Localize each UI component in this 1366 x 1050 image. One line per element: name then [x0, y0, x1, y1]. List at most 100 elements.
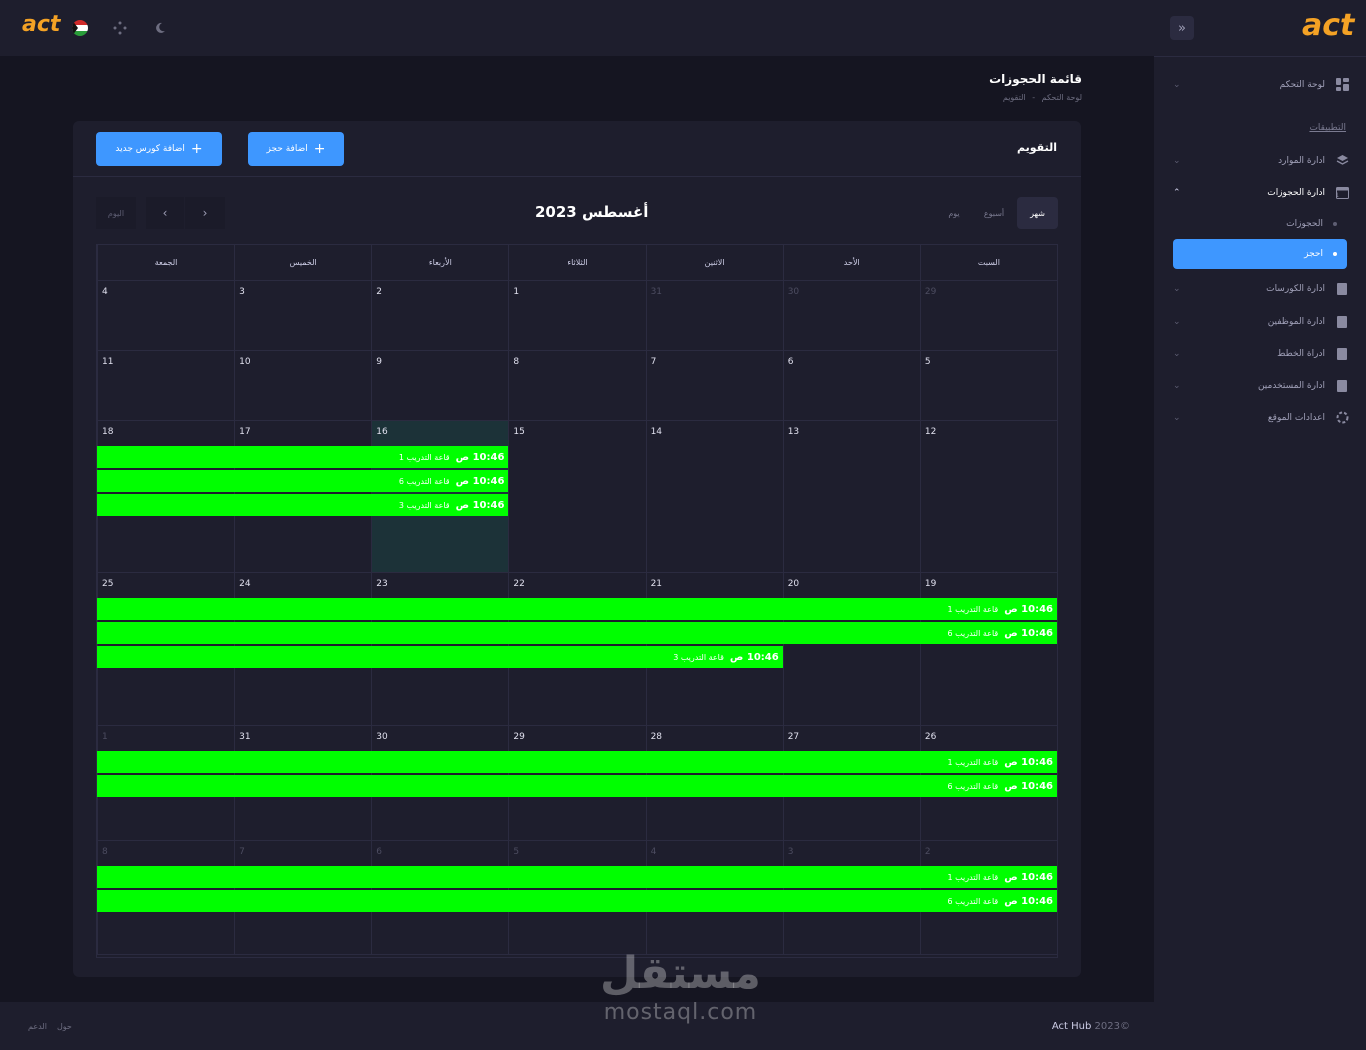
day-cell[interactable]: 2 — [371, 281, 509, 351]
calendar-event[interactable]: 10:46 ص قاعة التدريب 3 — [97, 646, 783, 668]
watermark-latin: mostaql.com — [603, 1000, 758, 1025]
calendar-event[interactable]: 10:46 ص قاعة التدريب 1 — [97, 866, 1057, 888]
view-day-button[interactable]: يوم — [935, 197, 973, 229]
sidebar-item-label: اعدادات الموقع — [1267, 413, 1325, 423]
watermark: مستقل mostaql.com — [600, 948, 761, 1025]
sidebar-item-employees[interactable]: ادارة الموظفين ⌄ — [1173, 309, 1349, 335]
chevron-down-icon: ⌄ — [1173, 413, 1181, 423]
calendar-event[interactable]: 10:46 ص قاعة التدريب 1 — [97, 446, 509, 468]
day-cell[interactable]: 19 — [919, 573, 1057, 726]
day-number: 29 — [513, 732, 525, 742]
day-cell[interactable]: 4 — [97, 281, 235, 351]
calendar-event[interactable]: 10:46 ص قاعة التدريب 6 — [97, 622, 1057, 644]
day-cell[interactable]: 10 — [234, 351, 372, 421]
breadcrumb-item[interactable]: لوحة التحكم — [1042, 93, 1082, 102]
weekday-header: الجمعة — [97, 245, 235, 281]
calendar-event[interactable]: 10:46 ص قاعة التدريب 6 — [97, 775, 1057, 797]
sidebar-item-users[interactable]: ادارة المستخدمين ⌄ — [1173, 373, 1349, 399]
bullet-icon — [1333, 222, 1337, 226]
day-cell[interactable]: 6 — [782, 351, 920, 421]
calendar-event[interactable]: 10:46 ص قاعة التدريب 1 — [97, 751, 1057, 773]
day-cell[interactable]: 12 — [919, 421, 1057, 573]
day-number: 26 — [924, 732, 937, 742]
day-number: 7 — [650, 357, 657, 367]
sidebar-subitem-book[interactable]: احجز — [1173, 239, 1347, 269]
day-cell[interactable]: 15 — [508, 421, 646, 573]
dots-icon[interactable] — [110, 18, 130, 38]
card-header: التقويم + اضافة حجز + اضافة كورس جديد — [73, 121, 1081, 177]
add-course-button[interactable]: + اضافة كورس جديد — [96, 132, 222, 166]
prev-month-button[interactable]: ‹ — [146, 197, 184, 229]
footer-link-about[interactable]: حول — [57, 1022, 72, 1031]
day-number: 10 — [239, 357, 251, 367]
sidebar-item-label: ادراة الخطط — [1277, 349, 1325, 359]
day-cell[interactable]: 9 — [371, 351, 509, 421]
chevron-down-icon: ⌄ — [1173, 381, 1181, 391]
day-number: 16 — [376, 427, 388, 437]
month-title: أغسطس 2023 — [535, 203, 649, 221]
top-header: act — [0, 0, 1154, 56]
day-number: 18 — [102, 427, 114, 437]
double-chevron-right-icon[interactable]: » — [1170, 16, 1194, 40]
day-number: 5 — [924, 357, 931, 367]
day-cell[interactable]: 30 — [782, 281, 920, 351]
event-title: قاعة التدريب 6 — [947, 781, 999, 791]
event-time: 10:46 ص — [1004, 895, 1053, 907]
day-cell[interactable]: 29 — [919, 281, 1057, 351]
day-cell[interactable]: 7 — [645, 351, 783, 421]
chevron-down-icon: ⌄ — [1173, 284, 1181, 294]
add-booking-button[interactable]: + اضافة حجز — [248, 132, 344, 166]
svg-text:31: 31 — [1336, 192, 1339, 199]
event-title: قاعة التدريب 3 — [673, 652, 724, 662]
sidebar-item-bookings[interactable]: 31 ادارة الحجوزات ⌃ — [1173, 180, 1349, 206]
event-time: 10:46 ص — [729, 651, 779, 663]
day-number: 23 — [376, 579, 388, 589]
day-cell[interactable]: 5 — [919, 351, 1057, 421]
day-cell[interactable]: 31 — [645, 281, 783, 351]
sidebar-subitem-label: احجز — [1304, 249, 1323, 259]
calendar-event[interactable]: 10:46 ص قاعة التدريب 6 — [97, 470, 509, 492]
sidebar-item-label: ادارة الموظفين — [1267, 317, 1325, 327]
moon-icon[interactable] — [150, 18, 170, 38]
day-cell[interactable]: 20 — [782, 573, 920, 726]
sidebar-item-resources[interactable]: ادارة الموارد ⌄ — [1173, 148, 1349, 174]
plus-icon: + — [313, 141, 326, 157]
day-cell[interactable]: 11 — [97, 351, 235, 421]
footer-brand[interactable]: Act Hub — [1052, 1021, 1091, 1032]
calendar-event[interactable]: 10:46 ص قاعة التدريب 3 — [97, 494, 509, 516]
day-cell[interactable]: 8 — [508, 351, 646, 421]
view-week-button[interactable]: أسبوع — [975, 197, 1013, 229]
next-month-button[interactable]: › — [185, 197, 225, 229]
weekday-header: السبت — [919, 245, 1057, 281]
day-cell[interactable]: 3 — [234, 281, 372, 351]
flag-icon[interactable] — [72, 20, 88, 36]
footer: الدعم حول Act Hub 2023© — [0, 1002, 1154, 1050]
day-number: 30 — [787, 287, 800, 297]
day-number: 4 — [102, 287, 108, 297]
day-number: 24 — [239, 579, 251, 589]
day-cell[interactable]: 1 — [508, 281, 646, 351]
brand-logo[interactable]: act — [1302, 8, 1354, 43]
add-booking-label: اضافة حجز — [266, 144, 308, 154]
day-cell[interactable]: 14 — [645, 421, 783, 573]
day-number: 1 — [102, 732, 108, 742]
sidebar-subitem-bookings[interactable]: الحجوزات — [1173, 209, 1347, 239]
chevron-down-icon: ⌄ — [1173, 317, 1181, 327]
day-cell[interactable]: 13 — [782, 421, 920, 573]
header-logo[interactable]: act — [22, 12, 60, 37]
today-button[interactable]: اليوم — [96, 197, 136, 229]
calendar-event[interactable]: 10:46 ص قاعة التدريب 6 — [97, 890, 1057, 912]
plus-icon: + — [190, 141, 203, 157]
sidebar-item-label: ادارة الموارد — [1278, 156, 1325, 166]
sidebar-item-plans[interactable]: ادراة الخطط ⌄ — [1173, 341, 1349, 367]
footer-link-support[interactable]: الدعم — [28, 1022, 47, 1031]
calendar-event[interactable]: 10:46 ص قاعة التدريب 1 — [97, 598, 1057, 620]
sidebar-item-courses[interactable]: ادارة الكورسات ⌄ — [1173, 276, 1349, 302]
day-number: 9 — [376, 357, 383, 367]
view-month-button[interactable]: شهر — [1017, 197, 1058, 229]
weekday-header: الثلاثاء — [508, 245, 646, 281]
event-time: 10:46 ص — [1004, 603, 1053, 615]
sidebar-item-settings[interactable]: اعدادات الموقع ⌄ — [1173, 405, 1349, 431]
sidebar-item-dashboard[interactable]: لوحة التحكم ⌄ — [1173, 72, 1349, 98]
breadcrumb-item: التقويم — [1002, 93, 1026, 102]
